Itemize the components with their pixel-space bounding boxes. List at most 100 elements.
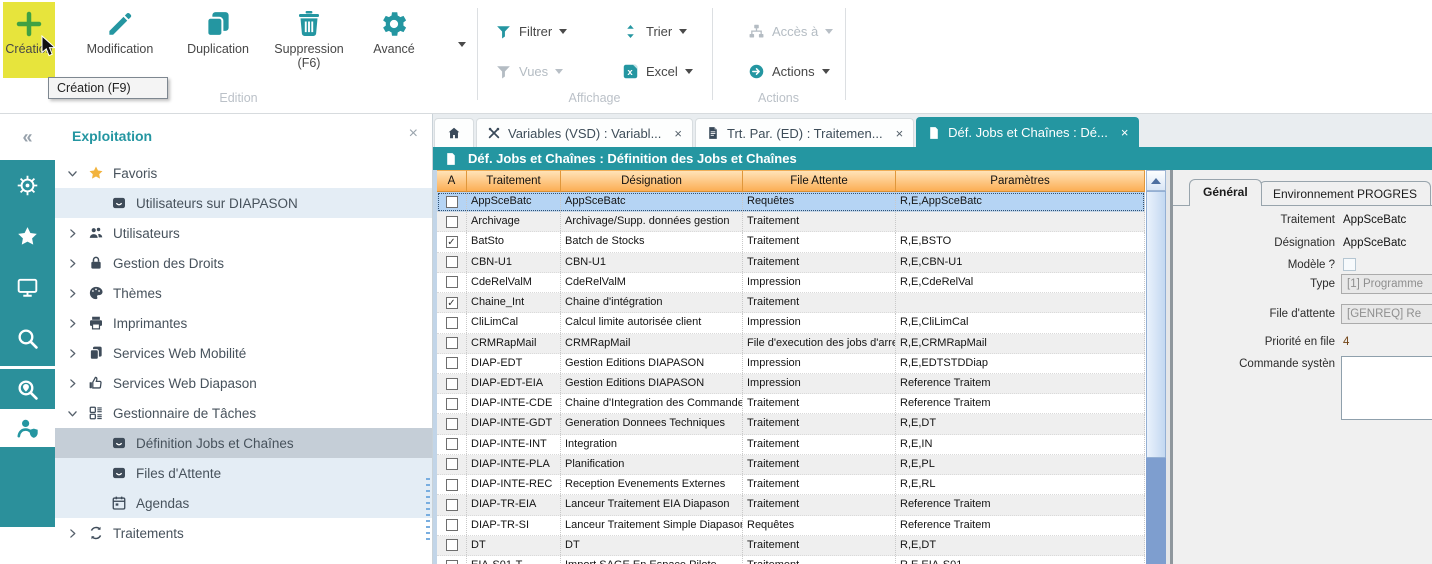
chevron-right-icon[interactable] — [66, 257, 79, 270]
close-tab-icon[interactable]: × — [674, 126, 682, 141]
modele-checkbox[interactable] — [1343, 258, 1356, 271]
checkbox-unchecked[interactable] — [446, 458, 458, 470]
actions-button[interactable]: Actions — [748, 58, 830, 84]
scrollbar-thumb[interactable] — [1146, 191, 1166, 458]
checkbox-unchecked[interactable] — [446, 276, 458, 288]
checkbox-unchecked[interactable] — [446, 317, 458, 329]
tree-item-gestionnaire-de-t-ches[interactable]: Gestionnaire de Tâches — [55, 398, 432, 428]
avance-caret-icon[interactable] — [458, 42, 466, 47]
tree-item-d-finition-jobs-et-cha-nes[interactable]: Définition Jobs et Chaînes — [55, 428, 432, 458]
table-row-CdeRelValM[interactable]: CdeRelValMCdeRelValMImpressionR,E,CdeRel… — [437, 273, 1145, 293]
rail-item-wheel[interactable] — [0, 160, 55, 211]
chevron-right-icon[interactable] — [66, 377, 79, 390]
modification-button[interactable]: Modification — [72, 2, 168, 78]
rail-item-monitor[interactable] — [0, 262, 55, 313]
splitter-handle[interactable] — [426, 478, 430, 540]
table-row-BatSto[interactable]: ✓BatStoBatch de StocksTraitementR,E,BSTO — [437, 232, 1145, 252]
column-header-d-signation[interactable]: Désignation — [561, 170, 743, 192]
chevron-right-icon[interactable] — [66, 527, 79, 540]
rail-item-search[interactable] — [0, 313, 55, 364]
collapse-sidebar-button[interactable]: « — [0, 114, 55, 160]
duplication-button[interactable]: Duplication — [176, 2, 260, 78]
tab-general[interactable]: Général — [1189, 179, 1262, 206]
table-row-DIAP-INTE-INT[interactable]: DIAP-INTE-INTIntegrationTraitementR,E,IN — [437, 435, 1145, 455]
table-row-EIA-S01-T[interactable]: EIA-S01-TImport SAGE En Espace PiloteTra… — [437, 556, 1145, 564]
vues-button[interactable]: Vues — [495, 58, 563, 84]
rail-item-favorites[interactable] — [0, 211, 55, 262]
checkbox-unchecked[interactable] — [446, 196, 458, 208]
rail-item-users-active[interactable] — [0, 409, 55, 447]
table-row-DIAP-TR-SI[interactable]: DIAP-TR-SILanceur Traitement Simple Diap… — [437, 516, 1145, 536]
checkbox-unchecked[interactable] — [446, 337, 458, 349]
excel-caret-icon[interactable] — [685, 69, 693, 74]
vertical-scrollbar[interactable] — [1146, 170, 1166, 564]
table-row-CRMRapMail[interactable]: CRMRapMailCRMRapMailFile d'execution des… — [437, 334, 1145, 354]
scroll-up-button[interactable] — [1146, 170, 1166, 191]
chevron-right-icon[interactable] — [66, 227, 79, 240]
checkbox-unchecked[interactable] — [446, 560, 458, 564]
table-row-DIAP-INTE-GDT[interactable]: DIAP-INTE-GDTGeneration Donnees Techniqu… — [437, 414, 1145, 434]
table-row-DIAP-TR-EIA[interactable]: DIAP-TR-EIALanceur Traitement EIA Diapas… — [437, 495, 1145, 515]
tab-document-2[interactable]: Trt. Par. (ED) : Traitemen...× — [695, 118, 914, 147]
checkbox-unchecked[interactable] — [446, 479, 458, 491]
table-row-Archivage[interactable]: ArchivageArchivage/Supp. données gestion… — [437, 212, 1145, 232]
tree-item-utilisateurs[interactable]: Utilisateurs — [55, 218, 432, 248]
close-tab-icon[interactable]: × — [896, 126, 904, 141]
column-header-a[interactable]: A — [437, 170, 467, 192]
chevron-right-icon[interactable] — [66, 317, 79, 330]
tree-item-services-web-mobilit-[interactable]: Services Web Mobilité — [55, 338, 432, 368]
rail-item-search-pin[interactable] — [0, 369, 55, 409]
table-row-CliLimCal[interactable]: CliLimCalCalcul limite autorisée clientI… — [437, 313, 1145, 333]
tree-item-favoris[interactable]: Favoris — [55, 158, 432, 188]
column-header-traitement[interactable]: Traitement — [467, 170, 561, 192]
checkbox-unchecked[interactable] — [446, 499, 458, 511]
column-header-param-tres[interactable]: Paramètres — [896, 170, 1145, 192]
trier-caret-icon[interactable] — [679, 29, 687, 34]
tree-item-utilisateurs-sur-diapason[interactable]: Utilisateurs sur DIAPASON — [55, 188, 432, 218]
checkbox-unchecked[interactable] — [446, 438, 458, 450]
acces-a-button[interactable]: Accès à — [748, 18, 833, 44]
checkbox-unchecked[interactable] — [446, 519, 458, 531]
table-row-DIAP-INTE-PLA[interactable]: DIAP-INTE-PLAPlanificationTraitementR,E,… — [437, 455, 1145, 475]
filtrer-button[interactable]: Filtrer — [495, 18, 567, 44]
chevron-down-icon[interactable] — [66, 167, 79, 180]
tree-item-th-mes[interactable]: Thèmes — [55, 278, 432, 308]
close-icon[interactable]: × — [409, 125, 418, 143]
suppression-button[interactable]: Suppression (F6) — [266, 2, 352, 78]
checkbox-checked[interactable]: ✓ — [446, 297, 458, 309]
table-row-DIAP-INTE-REC[interactable]: DIAP-INTE-RECReception Evenements Extern… — [437, 475, 1145, 495]
checkbox-unchecked[interactable] — [446, 378, 458, 390]
avance-button[interactable]: Avancé — [362, 2, 426, 78]
table-row-DIAP-EDT[interactable]: DIAP-EDTGestion Editions DIAPASONImpress… — [437, 354, 1145, 374]
table-row-Chaine_Int[interactable]: ✓Chaine_IntChaine d'intégrationTraitemen… — [437, 293, 1145, 313]
file-attente-input[interactable]: [GENREQ] Re — [1341, 304, 1432, 324]
tree-item-gestion-des-droits[interactable]: Gestion des Droits — [55, 248, 432, 278]
tab-home[interactable] — [434, 118, 474, 147]
column-header-file-attente[interactable]: File Attente — [743, 170, 896, 192]
tab-document-1[interactable]: Variables (VSD) : Variabl...× — [476, 118, 693, 147]
tree-item-services-web-diapason[interactable]: Services Web Diapason — [55, 368, 432, 398]
table-row-AppSceBatc[interactable]: AppSceBatcAppSceBatcRequêtesR,E,AppSceBa… — [437, 192, 1145, 212]
tree-item-files-d-attente[interactable]: Files d'Attente — [55, 458, 432, 488]
type-input[interactable]: [1] Programme — [1341, 274, 1432, 294]
tab-document-3[interactable]: Déf. Jobs et Chaînes : Dé...× — [916, 117, 1139, 147]
chevron-right-icon[interactable] — [66, 347, 79, 360]
actions-caret-icon[interactable] — [822, 69, 830, 74]
checkbox-unchecked[interactable] — [446, 357, 458, 369]
filtrer-caret-icon[interactable] — [559, 29, 567, 34]
checkbox-unchecked[interactable] — [446, 256, 458, 268]
tree-item-imprimantes[interactable]: Imprimantes — [55, 308, 432, 338]
table-row-CBN-U1[interactable]: CBN-U1CBN-U1TraitementR,E,CBN-U1 — [437, 253, 1145, 273]
tree-item-traitements[interactable]: Traitements — [55, 518, 432, 548]
checkbox-checked[interactable]: ✓ — [446, 236, 458, 248]
close-tab-icon[interactable]: × — [1121, 125, 1129, 140]
table-row-DT[interactable]: DTDTTraitementR,E,DT — [437, 536, 1145, 556]
tree-item-agendas[interactable]: Agendas — [55, 488, 432, 518]
tab-environnement[interactable]: Environnement PROGRES — [1259, 181, 1431, 205]
table-row-DIAP-EDT-EIA[interactable]: DIAP-EDT-EIAGestion Editions DIAPASONImp… — [437, 374, 1145, 394]
checkbox-unchecked[interactable] — [446, 418, 458, 430]
chevron-right-icon[interactable] — [66, 287, 79, 300]
checkbox-unchecked[interactable] — [446, 539, 458, 551]
excel-button[interactable]: x Excel — [622, 58, 693, 84]
checkbox-unchecked[interactable] — [446, 216, 458, 228]
